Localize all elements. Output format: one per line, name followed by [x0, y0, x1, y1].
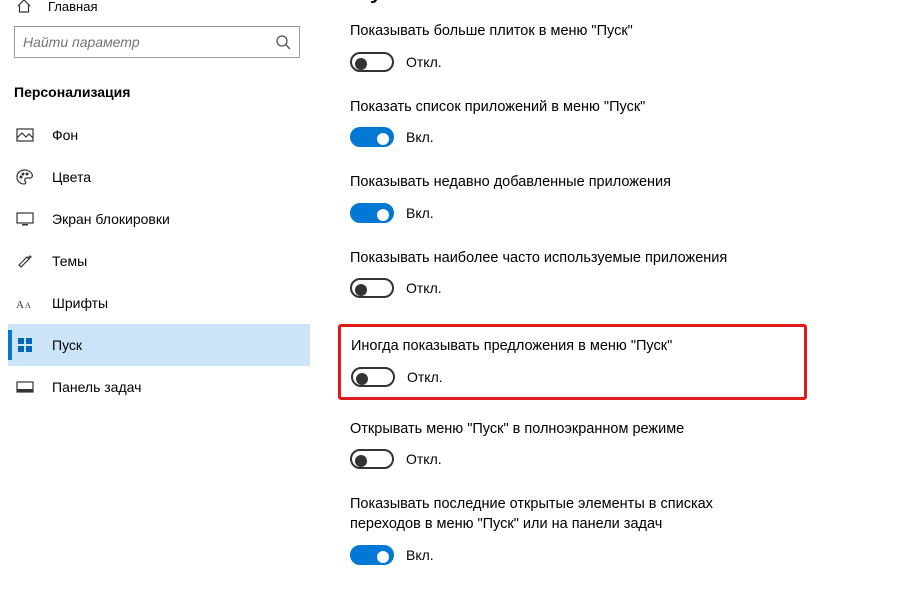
toggle-switch[interactable]	[350, 449, 394, 469]
toggle-row: Откл.	[350, 52, 897, 72]
sidebar-item-label: Цвета	[52, 169, 91, 185]
sidebar-nav: Фон Цвета Экран блокировки	[8, 114, 310, 408]
setting-item: Показывать наиболее часто используемые п…	[350, 249, 897, 299]
start-icon	[16, 337, 34, 353]
sidebar-item-fonts[interactable]: A A Шрифты	[8, 282, 310, 324]
themes-icon	[16, 253, 34, 269]
sidebar-section-title: Персонализация	[8, 78, 310, 114]
sidebar-item-background[interactable]: Фон	[8, 114, 310, 156]
sidebar-item-label: Пуск	[52, 337, 82, 353]
sidebar-item-label: Экран блокировки	[52, 211, 170, 227]
setting-label: Показать список приложений в меню "Пуск"	[350, 98, 780, 118]
setting-label: Показывать больше плиток в меню "Пуск"	[350, 22, 780, 42]
sidebar-item-label: Фон	[52, 127, 78, 143]
setting-item: Иногда показывать предложения в меню "Пу…	[338, 324, 807, 400]
svg-text:A: A	[16, 299, 24, 310]
toggle-row: Вкл.	[350, 127, 897, 147]
toggle-knob	[377, 551, 389, 563]
toggle-knob	[377, 133, 389, 145]
page-title: Пуск	[350, 0, 897, 4]
toggle-switch[interactable]	[350, 52, 394, 72]
toggle-switch[interactable]	[350, 127, 394, 147]
toggle-knob	[355, 58, 367, 70]
toggle-switch[interactable]	[351, 367, 395, 387]
toggle-state-text: Откл.	[406, 280, 442, 296]
sidebar-item-label: Шрифты	[52, 295, 108, 311]
setting-item: Показать список приложений в меню "Пуск"…	[350, 98, 897, 148]
search-field[interactable]	[23, 34, 275, 50]
sidebar-item-start[interactable]: Пуск	[8, 324, 310, 366]
toggle-state-text: Вкл.	[406, 129, 434, 145]
sidebar-item-label: Темы	[52, 253, 87, 269]
toggle-switch[interactable]	[350, 203, 394, 223]
toggle-knob	[356, 373, 368, 385]
sidebar: Главная Персонализация Фон	[0, 0, 310, 596]
palette-icon	[16, 169, 34, 185]
toggle-knob	[355, 455, 367, 467]
sidebar-item-themes[interactable]: Темы	[8, 240, 310, 282]
setting-label: Открывать меню "Пуск" в полноэкранном ре…	[350, 420, 780, 440]
toggle-knob	[355, 284, 367, 296]
fonts-icon: A A	[16, 296, 34, 310]
taskbar-icon	[16, 381, 34, 393]
toggle-state-text: Откл.	[406, 54, 442, 70]
sidebar-home[interactable]: Главная	[8, 0, 310, 26]
toggle-row: Вкл.	[350, 545, 897, 565]
toggle-row: Вкл.	[350, 203, 897, 223]
sidebar-home-label: Главная	[48, 0, 97, 14]
sidebar-item-lockscreen[interactable]: Экран блокировки	[8, 198, 310, 240]
toggle-state-text: Вкл.	[406, 547, 434, 563]
picture-icon	[16, 128, 34, 142]
content-area: Пуск Показывать больше плиток в меню "Пу…	[310, 0, 897, 596]
setting-label: Иногда показывать предложения в меню "Пу…	[351, 337, 781, 357]
lockscreen-icon	[16, 212, 34, 226]
toggle-switch[interactable]	[350, 278, 394, 298]
setting-item: Показывать больше плиток в меню "Пуск" От…	[350, 22, 897, 72]
sidebar-item-taskbar[interactable]: Панель задач	[8, 366, 310, 408]
toggle-row: Откл.	[351, 367, 794, 387]
toggle-switch[interactable]	[350, 545, 394, 565]
setting-item: Открывать меню "Пуск" в полноэкранном ре…	[350, 420, 897, 470]
setting-label: Показывать наиболее часто используемые п…	[350, 249, 780, 269]
svg-text:A: A	[25, 301, 31, 310]
toggle-knob	[377, 209, 389, 221]
setting-item: Показывать недавно добавленные приложени…	[350, 173, 897, 223]
settings-list: Показывать больше плиток в меню "Пуск" От…	[350, 22, 897, 565]
setting-label: Показывать последние открытые элементы в…	[350, 495, 780, 534]
toggle-state-text: Откл.	[406, 451, 442, 467]
search-icon	[275, 34, 291, 50]
toggle-row: Откл.	[350, 278, 897, 298]
sidebar-item-colors[interactable]: Цвета	[8, 156, 310, 198]
search-input[interactable]	[14, 26, 300, 58]
toggle-state-text: Вкл.	[406, 205, 434, 221]
home-icon	[16, 0, 32, 14]
toggle-row: Откл.	[350, 449, 897, 469]
setting-label: Показывать недавно добавленные приложени…	[350, 173, 780, 193]
setting-item: Показывать последние открытые элементы в…	[350, 495, 897, 564]
sidebar-item-label: Панель задач	[52, 379, 141, 395]
toggle-state-text: Откл.	[407, 369, 443, 385]
